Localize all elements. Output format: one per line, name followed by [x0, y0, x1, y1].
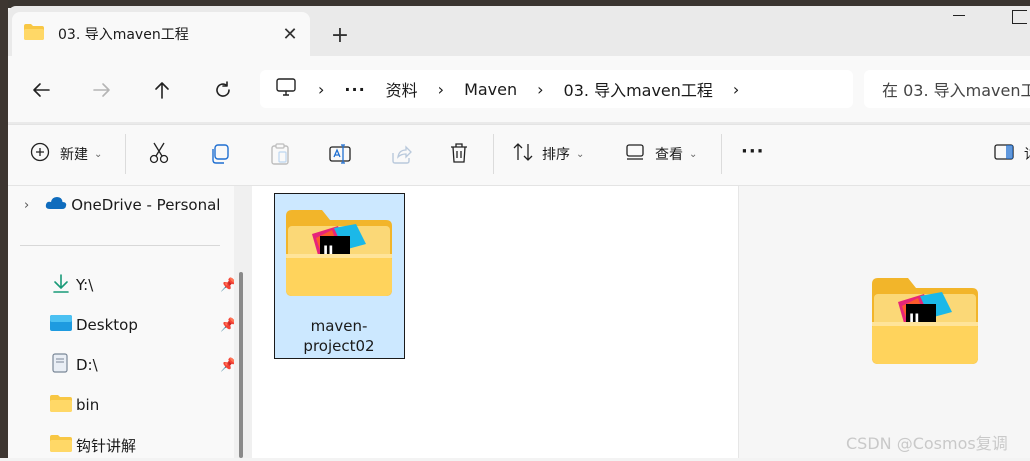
view-label: 查看 [655, 147, 683, 163]
rename-icon [329, 143, 351, 169]
folder-icon [24, 24, 44, 44]
address-bar[interactable]: › ··· 资料 › Maven › 03. 导入maven工程 › [260, 70, 853, 108]
chevron-down-icon: ⌄ [576, 148, 585, 160]
refresh-icon[interactable] [206, 73, 240, 107]
close-tab-icon[interactable]: ✕ [278, 22, 302, 46]
more-options-button[interactable]: ··· [741, 141, 765, 162]
share-icon [390, 143, 412, 169]
new-label: 新建 [60, 147, 88, 163]
sidebar-item-bin[interactable]: bin [8, 389, 228, 421]
sort-icon [512, 142, 534, 166]
sort-button[interactable]: 排序 ⌄ [512, 143, 584, 165]
tab-title: 03. 导入maven工程 [58, 27, 189, 43]
new-tab-button[interactable]: + [327, 22, 353, 48]
forward-arrow-icon[interactable] [85, 73, 119, 107]
view-icon [626, 144, 644, 164]
download-icon [52, 273, 70, 297]
sidebar-item-d-drive[interactable]: D:\ 📌 [8, 349, 236, 381]
sidebar-item-label: bin [76, 396, 100, 414]
monitor-icon [276, 78, 296, 100]
sort-label: 排序 [542, 147, 570, 163]
preview-folder-icon: IJ [872, 278, 978, 368]
up-arrow-icon[interactable] [145, 73, 179, 107]
divider [125, 134, 126, 174]
sidebar-item-label: Y:\ [76, 276, 94, 294]
intellij-folder-icon: IJ [286, 210, 392, 300]
scrollbar-thumb[interactable] [239, 272, 243, 458]
new-button[interactable]: 新建 ⌄ [30, 142, 102, 166]
details-label: 详 [1024, 144, 1030, 164]
sidebar-item-label: 钩针讲解 [76, 436, 137, 455]
minimize-button[interactable] [946, 4, 970, 24]
breadcrumb-separator[interactable]: › [318, 80, 324, 99]
cut-button[interactable] [148, 141, 170, 169]
scrollbar-track[interactable] [234, 186, 252, 458]
sidebar-item-label: OneDrive - Personal [71, 196, 221, 214]
sidebar-item-y-drive[interactable]: Y:\ 📌 [8, 269, 236, 301]
file-name: maven-project02 [303, 317, 375, 355]
sidebar-item-onedrive[interactable]: › OneDrive - Personal [8, 189, 228, 221]
delete-button[interactable] [449, 142, 469, 168]
folder-icon [50, 434, 72, 456]
plus-circle-icon [30, 142, 50, 166]
share-button[interactable] [390, 143, 412, 169]
copy-icon [209, 143, 231, 169]
chevron-right-icon: › [24, 197, 30, 213]
divider [493, 134, 494, 174]
divider [20, 245, 220, 246]
view-button[interactable]: 查看 ⌄ [626, 143, 697, 165]
search-placeholder: 在 03. 导入maven工 [882, 81, 1030, 100]
copy-button[interactable] [209, 143, 231, 169]
rename-button[interactable] [329, 143, 351, 169]
drive-icon [52, 353, 68, 377]
watermark-text: CSDN @Cosmos复调 [846, 434, 1008, 453]
tab-current[interactable]: 03. 导入maven工程 ✕ [12, 12, 310, 56]
sidebar-item-crochet[interactable]: 钩针讲解 [8, 429, 228, 461]
breadcrumb-overflow[interactable]: ··· [344, 80, 365, 99]
search-input[interactable]: 在 03. 导入maven工 [864, 70, 1030, 108]
divider [721, 134, 722, 174]
breadcrumb-item[interactable]: 资料 [386, 77, 418, 101]
clipboard-icon [270, 143, 290, 169]
back-arrow-icon[interactable] [24, 73, 58, 107]
chevron-down-icon: ⌄ [94, 148, 103, 160]
breadcrumb-separator[interactable]: › [733, 80, 739, 99]
breadcrumb-item[interactable]: Maven [464, 80, 517, 99]
details-pane-icon [994, 144, 1014, 164]
chevron-down-icon: ⌄ [689, 148, 698, 160]
breadcrumb-separator[interactable]: › [438, 80, 444, 99]
maximize-button[interactable] [1012, 10, 1027, 24]
scissors-icon [148, 141, 170, 169]
sidebar-item-label: D:\ [76, 356, 98, 374]
details-pane-button[interactable]: 详 [994, 143, 1030, 165]
cloud-icon [45, 196, 67, 214]
desktop-icon [50, 315, 72, 335]
folder-icon [50, 394, 72, 416]
desktop-wallpaper-edge [0, 0, 8, 458]
breadcrumb-separator[interactable]: › [537, 80, 543, 99]
sidebar-item-label: Desktop [76, 316, 138, 334]
trash-icon [449, 142, 469, 168]
paste-button[interactable] [270, 143, 290, 169]
breadcrumb-item-current[interactable]: 03. 导入maven工程 [564, 77, 713, 101]
sidebar-item-desktop[interactable]: Desktop 📌 [8, 309, 236, 341]
